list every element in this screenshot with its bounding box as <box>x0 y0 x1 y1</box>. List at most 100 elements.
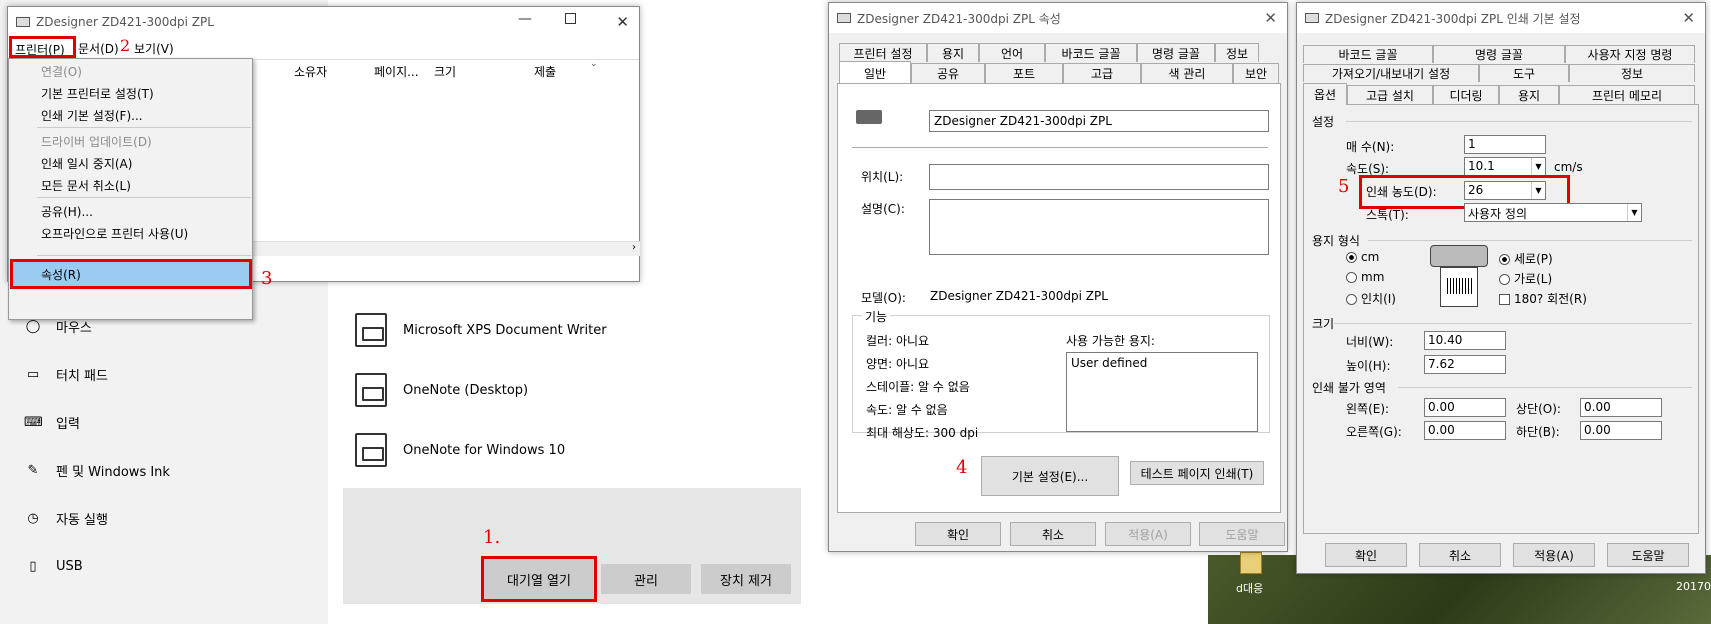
tab-options[interactable]: 옵션 <box>1303 83 1347 105</box>
paper-listbox[interactable]: User defined <box>1066 352 1258 432</box>
nav-item-autoplay[interactable]: ◷ 자동 실행 <box>24 500 108 536</box>
radio-icon <box>1346 272 1357 283</box>
printer-list-item[interactable]: Microsoft XPS Document Writer <box>355 304 607 356</box>
cancel-button[interactable]: 취소 <box>1010 522 1096 546</box>
col-size[interactable]: 크기 <box>434 63 456 80</box>
tab-prefs-row2[interactable]: 가져오기/내보내기 설정 <box>1303 64 1479 82</box>
tab-prefs-row2[interactable]: 도구 <box>1479 64 1569 82</box>
menu-item[interactable]: 드라이버 업데이트(D) <box>41 133 152 150</box>
tab-props-row2[interactable]: 고급 <box>1063 63 1141 83</box>
tab-props-row2[interactable]: 공유 <box>911 63 985 83</box>
darkness-select[interactable]: 26 ▼ <box>1464 181 1546 200</box>
apply-button[interactable]: 적용(A) <box>1513 543 1595 567</box>
right-margin-field[interactable]: 0.00 <box>1424 421 1506 440</box>
menu-item[interactable]: 인쇄 기본 설정(F)... <box>41 107 143 124</box>
tab-prefs-row2[interactable]: 정보 <box>1569 64 1695 82</box>
menu-item-properties[interactable]: 속성(R) <box>41 266 81 283</box>
tab-prefs-row1[interactable]: 바코드 글꼴 <box>1303 45 1433 63</box>
menu-separator <box>37 255 251 256</box>
nav-item-keyboard[interactable]: ⌨ 입력 <box>24 404 80 440</box>
chevron-down-icon: ▼ <box>1531 158 1545 175</box>
comment-field[interactable] <box>929 199 1269 255</box>
col-pages[interactable]: 페이지... <box>374 63 419 80</box>
help-button[interactable]: 도움말 <box>1199 522 1285 546</box>
clock-text: 20170 <box>1676 580 1711 593</box>
landscape-radio[interactable]: 가로(L) <box>1499 270 1552 287</box>
menu-item[interactable]: 모든 문서 취소(L) <box>41 177 131 194</box>
help-button[interactable]: 도움말 <box>1607 543 1689 567</box>
tab-props-row1[interactable]: 언어 <box>979 43 1045 62</box>
tab-prefs-row3[interactable]: 용지 <box>1499 85 1559 104</box>
close-icon[interactable]: ✕ <box>1264 9 1277 27</box>
unit-mm-radio[interactable]: mm <box>1346 270 1384 284</box>
cancel-button[interactable]: 취소 <box>1419 543 1501 567</box>
height-field[interactable]: 7.62 <box>1424 355 1506 374</box>
unit-inch-radio[interactable]: 인치(I) <box>1346 290 1396 307</box>
nav-item-pen[interactable]: ✎ 펜 및 Windows Ink <box>24 452 170 488</box>
close-icon[interactable]: ✕ <box>616 13 629 31</box>
menu-item[interactable]: 기본 프린터로 설정(T) <box>41 85 154 102</box>
tab-props-row1[interactable]: 프린터 설정 <box>839 43 927 62</box>
test-page-button[interactable]: 테스트 페이지 인쇄(T) <box>1130 461 1264 485</box>
chevron-down-icon: ▼ <box>1627 204 1641 221</box>
left-margin-field[interactable]: 0.00 <box>1424 398 1506 417</box>
tab-prefs-row3[interactable]: 프린터 메모리 <box>1559 85 1695 104</box>
menu-item[interactable]: 연결(O) <box>41 63 82 80</box>
printer-icon <box>355 313 387 347</box>
paper-item[interactable]: User defined <box>1071 356 1147 370</box>
document-menu[interactable]: 문서(D) <box>78 40 119 57</box>
location-field[interactable] <box>929 164 1269 190</box>
tab-props-row2[interactable]: 보안 <box>1233 63 1279 83</box>
checkbox-icon <box>1499 294 1510 305</box>
folder-icon[interactable] <box>1240 552 1262 574</box>
bottom-margin-field[interactable]: 0.00 <box>1580 421 1662 440</box>
model-value: ZDesigner ZD421-300dpi ZPL <box>930 289 1108 303</box>
remove-device-button[interactable]: 장치 제거 <box>701 564 791 594</box>
menu-item[interactable]: 공유(H)... <box>41 203 93 220</box>
printer-menu[interactable]: 프린터(P) <box>9 36 76 58</box>
stock-select[interactable]: 사용자 정의 ▼ <box>1464 203 1642 222</box>
ok-button[interactable]: 확인 <box>915 522 1001 546</box>
ok-button[interactable]: 확인 <box>1325 543 1407 567</box>
menu-item[interactable]: 오프라인으로 프린터 사용(U) <box>41 225 188 242</box>
col-owner[interactable]: 소유자 <box>294 63 327 80</box>
apply-button[interactable]: 적용(A) <box>1105 522 1191 546</box>
nav-item-touchpad[interactable]: ▭ 터치 패드 <box>24 356 108 392</box>
manage-button[interactable]: 관리 <box>601 564 691 594</box>
nav-item-usb[interactable]: ▯ USB <box>24 548 82 584</box>
menu-item[interactable]: 인쇄 일시 중지(A) <box>41 155 132 172</box>
printer-list-item[interactable]: OneNote for Windows 10 <box>355 424 565 476</box>
view-menu[interactable]: 보기(V) <box>134 40 174 57</box>
bottom-margin-label: 하단(B): <box>1516 425 1560 439</box>
speed-select[interactable]: 10.1 ▼ <box>1464 157 1546 176</box>
minimize-icon[interactable]: — <box>518 11 532 27</box>
top-margin-field[interactable]: 0.00 <box>1580 398 1662 417</box>
maximize-icon[interactable] <box>565 13 576 24</box>
tab-prefs-row1[interactable]: 명령 글꼴 <box>1433 45 1565 63</box>
tab-props-row1[interactable]: 용지 <box>927 43 979 62</box>
tab-general[interactable]: 일반 <box>839 61 911 84</box>
tab-props-row2[interactable]: 포트 <box>985 63 1063 83</box>
tab-props-row1[interactable]: 바코드 글꼴 <box>1045 43 1137 62</box>
test-page-label: 테스트 페이지 인쇄(T) <box>1140 466 1254 481</box>
printer-name-field[interactable]: ZDesigner ZD421-300dpi ZPL <box>929 110 1269 132</box>
tab-props-row1[interactable]: 정보 <box>1215 43 1259 62</box>
rotate-checkbox[interactable]: 180? 회전(R) <box>1499 290 1587 307</box>
printer-list-item[interactable]: OneNote (Desktop) <box>355 364 528 416</box>
step4-annotation: 4 <box>956 457 968 478</box>
col-submitted[interactable]: 제출 <box>534 63 556 80</box>
open-queue-button[interactable]: 대기열 열기 <box>481 556 597 602</box>
tab-prefs-row3[interactable]: 디더링 <box>1433 85 1499 104</box>
width-field[interactable]: 10.40 <box>1424 331 1506 350</box>
tab-prefs-row3[interactable]: 고급 설치 <box>1347 85 1433 104</box>
close-icon[interactable]: ✕ <box>1682 9 1695 27</box>
tab-props-row2[interactable]: 색 관리 <box>1141 63 1233 83</box>
tab-prefs-row1[interactable]: 사용자 지정 명령 <box>1565 45 1695 63</box>
ok-label: 확인 <box>946 527 970 542</box>
horizontal-scrollbar[interactable]: › <box>252 241 640 256</box>
unit-cm-radio[interactable]: cm <box>1346 250 1379 264</box>
preferences-button[interactable]: 기본 설정(E)... <box>981 456 1119 496</box>
portrait-radio[interactable]: 세로(P) <box>1499 250 1553 267</box>
tab-props-row1[interactable]: 명령 글꼴 <box>1137 43 1215 62</box>
copies-field[interactable]: 1 <box>1464 135 1546 154</box>
